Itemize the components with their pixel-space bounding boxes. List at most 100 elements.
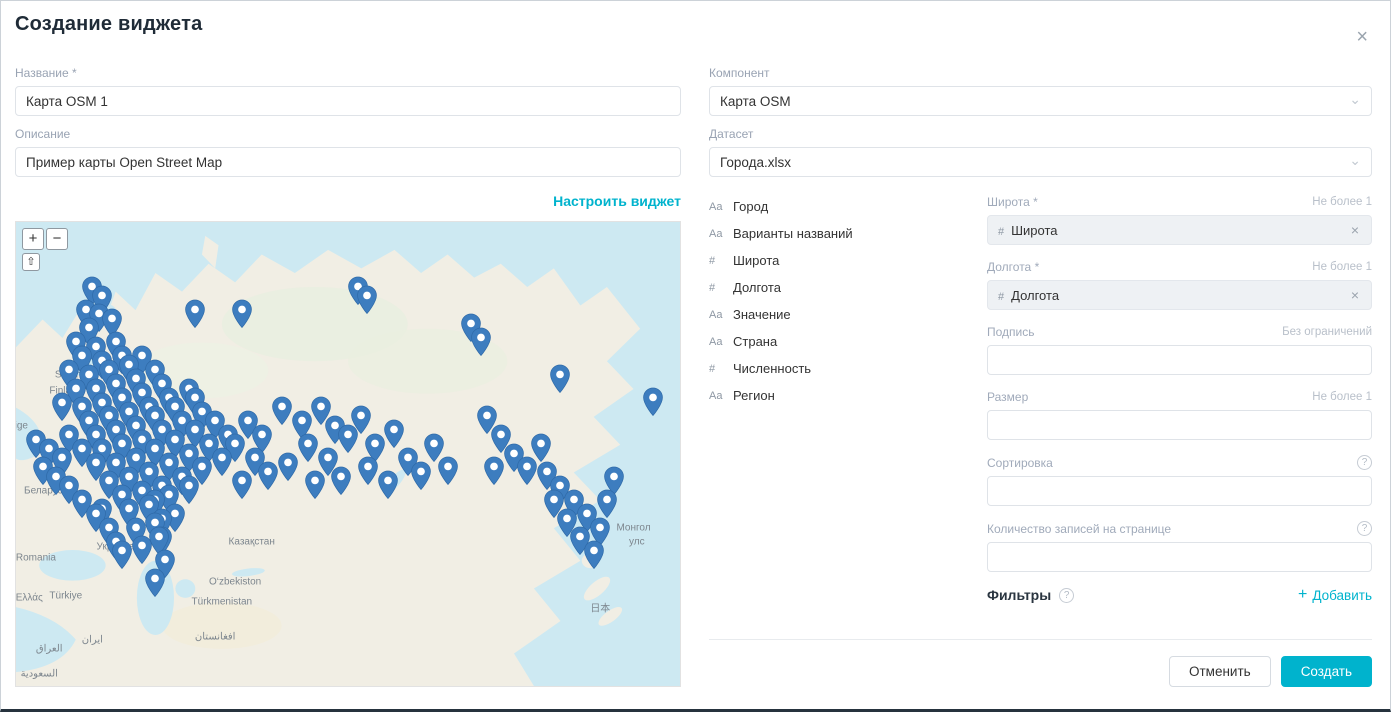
map-pin bbox=[304, 470, 325, 500]
sorting-input[interactable] bbox=[987, 476, 1372, 506]
dataset-field-item[interactable]: Aa Страна bbox=[709, 334, 987, 349]
component-select[interactable]: Карта OSM ⌄ bbox=[709, 86, 1372, 116]
dataset-field-item[interactable]: Aa Значение bbox=[709, 307, 987, 322]
dataset-fields-list: AaГородAaВарианты названий#Широта#Долгот… bbox=[709, 195, 987, 603]
map-pin bbox=[298, 433, 319, 463]
widget-name-group: Название * bbox=[15, 66, 681, 116]
chevron-down-icon: ⌄ bbox=[1349, 94, 1361, 104]
field-type-tag: Aa bbox=[709, 201, 724, 213]
page-count-input[interactable] bbox=[987, 542, 1372, 572]
size-input[interactable] bbox=[987, 410, 1372, 440]
component-label: Компонент bbox=[709, 66, 1372, 80]
field-type-tag: Aa bbox=[709, 228, 724, 240]
sorting-field-group: Сортировка ? bbox=[987, 455, 1372, 506]
remove-longitude-icon[interactable]: × bbox=[1349, 287, 1361, 303]
component-value: Карта OSM bbox=[720, 94, 791, 109]
longitude-field[interactable]: #Долгота × bbox=[987, 280, 1372, 310]
dataset-select[interactable]: Города.xlsx ⌄ bbox=[709, 147, 1372, 177]
field-label: Регион bbox=[733, 388, 775, 403]
latitude-hint: Не более 1 bbox=[1312, 196, 1372, 208]
field-type-tag: Aa bbox=[709, 336, 724, 348]
component-group: Компонент Карта OSM ⌄ bbox=[709, 66, 1372, 116]
size-hint: Не более 1 bbox=[1312, 391, 1372, 403]
map-pin bbox=[643, 387, 664, 417]
filters-row: Фильтры ? + Добавить bbox=[987, 587, 1372, 603]
map-pin bbox=[384, 419, 405, 449]
field-type-tag: # bbox=[709, 363, 724, 375]
remove-latitude-icon[interactable]: × bbox=[1349, 222, 1361, 238]
widget-description-label: Описание bbox=[15, 127, 681, 141]
help-icon[interactable]: ? bbox=[1357, 521, 1372, 536]
dataset-value: Города.xlsx bbox=[720, 155, 791, 170]
map-pin bbox=[145, 568, 166, 598]
zoom-out-button[interactable]: − bbox=[46, 228, 68, 250]
fullscreen-icon[interactable]: ⇧ bbox=[22, 253, 40, 271]
map-pin bbox=[377, 470, 398, 500]
map-controls: + − ⇧ bbox=[22, 228, 68, 271]
widget-description-input[interactable] bbox=[15, 147, 681, 177]
latitude-chip-label: Широта bbox=[1011, 223, 1057, 238]
sorting-label: Сортировка bbox=[987, 456, 1053, 470]
field-mapping-area: AaГородAaВарианты названий#Широта#Долгот… bbox=[709, 195, 1372, 603]
caption-hint: Без ограничений bbox=[1282, 326, 1372, 338]
field-label: Страна bbox=[733, 334, 777, 349]
map-pin bbox=[357, 456, 378, 486]
field-type-tag: Aa bbox=[709, 309, 724, 321]
field-label: Широта bbox=[733, 253, 779, 268]
help-icon[interactable]: ? bbox=[1059, 588, 1074, 603]
right-column: Компонент Карта OSM ⌄ Датасет Города.xls… bbox=[709, 55, 1372, 687]
close-icon[interactable]: × bbox=[1352, 21, 1372, 53]
add-filter-label: Добавить bbox=[1312, 588, 1372, 603]
field-type-tag: # bbox=[709, 255, 724, 267]
field-label: Значение bbox=[733, 307, 791, 322]
caption-input[interactable] bbox=[987, 345, 1372, 375]
modal-header: Создание виджета × bbox=[15, 13, 1372, 53]
cancel-button[interactable]: Отменить bbox=[1169, 656, 1271, 687]
map-pin bbox=[178, 475, 199, 505]
field-label: Долгота bbox=[733, 280, 781, 295]
size-field-group: Размер Не более 1 bbox=[987, 390, 1372, 440]
map-pin bbox=[411, 461, 432, 491]
map-pin bbox=[484, 456, 505, 486]
field-type-tag: Aa bbox=[709, 390, 724, 402]
longitude-hint: Не более 1 bbox=[1312, 261, 1372, 273]
create-button[interactable]: Создать bbox=[1281, 656, 1372, 687]
dataset-label: Датасет bbox=[709, 127, 1372, 141]
add-filter-button[interactable]: + Добавить bbox=[1298, 588, 1372, 603]
left-column: Название * Описание Настроить виджет bbox=[15, 55, 681, 687]
map-pin bbox=[550, 364, 571, 394]
field-label: Город bbox=[733, 199, 768, 214]
page-count-field-group: Количество записей на странице ? bbox=[987, 521, 1372, 572]
dataset-field-item[interactable]: Aa Регион bbox=[709, 388, 987, 403]
map-pin bbox=[596, 489, 617, 519]
map-pin bbox=[231, 299, 252, 329]
dataset-field-item[interactable]: # Численность bbox=[709, 361, 987, 376]
help-icon[interactable]: ? bbox=[1357, 455, 1372, 470]
map-pins-layer bbox=[16, 222, 680, 686]
map-pin bbox=[437, 456, 458, 486]
map-pin bbox=[338, 424, 359, 454]
map-preview[interactable]: SuomiFinlandigeБеларусьУкраинаRomaniaΕλλ… bbox=[15, 221, 681, 687]
modal-content: Название * Описание Настроить виджет bbox=[15, 55, 1372, 687]
widget-description-group: Описание bbox=[15, 127, 681, 177]
dataset-field-item[interactable]: Aa Город bbox=[709, 199, 987, 214]
configure-widget-link[interactable]: Настроить виджет bbox=[553, 193, 681, 209]
map-pin bbox=[112, 540, 133, 570]
map-pin bbox=[331, 466, 352, 496]
widget-name-input[interactable] bbox=[15, 86, 681, 116]
zoom-in-button[interactable]: + bbox=[22, 228, 44, 250]
plus-icon: + bbox=[1298, 588, 1307, 602]
field-label: Численность bbox=[733, 361, 811, 376]
latitude-field-group: Широта * Не более 1 #Широта × bbox=[987, 195, 1372, 245]
size-label: Размер bbox=[987, 390, 1028, 404]
number-type-tag: # bbox=[998, 226, 1004, 238]
longitude-field-group: Долгота * Не более 1 #Долгота × bbox=[987, 260, 1372, 310]
dataset-field-item[interactable]: AaВарианты названий bbox=[709, 226, 987, 241]
dataset-field-item[interactable]: # Широта bbox=[709, 253, 987, 268]
dataset-field-item[interactable]: #Долгота bbox=[709, 280, 987, 295]
latitude-field[interactable]: # Широта × bbox=[987, 215, 1372, 245]
caption-label: Подпись bbox=[987, 325, 1035, 339]
map-pin bbox=[185, 299, 206, 329]
map-pin bbox=[356, 285, 377, 315]
map-pin bbox=[517, 456, 538, 486]
